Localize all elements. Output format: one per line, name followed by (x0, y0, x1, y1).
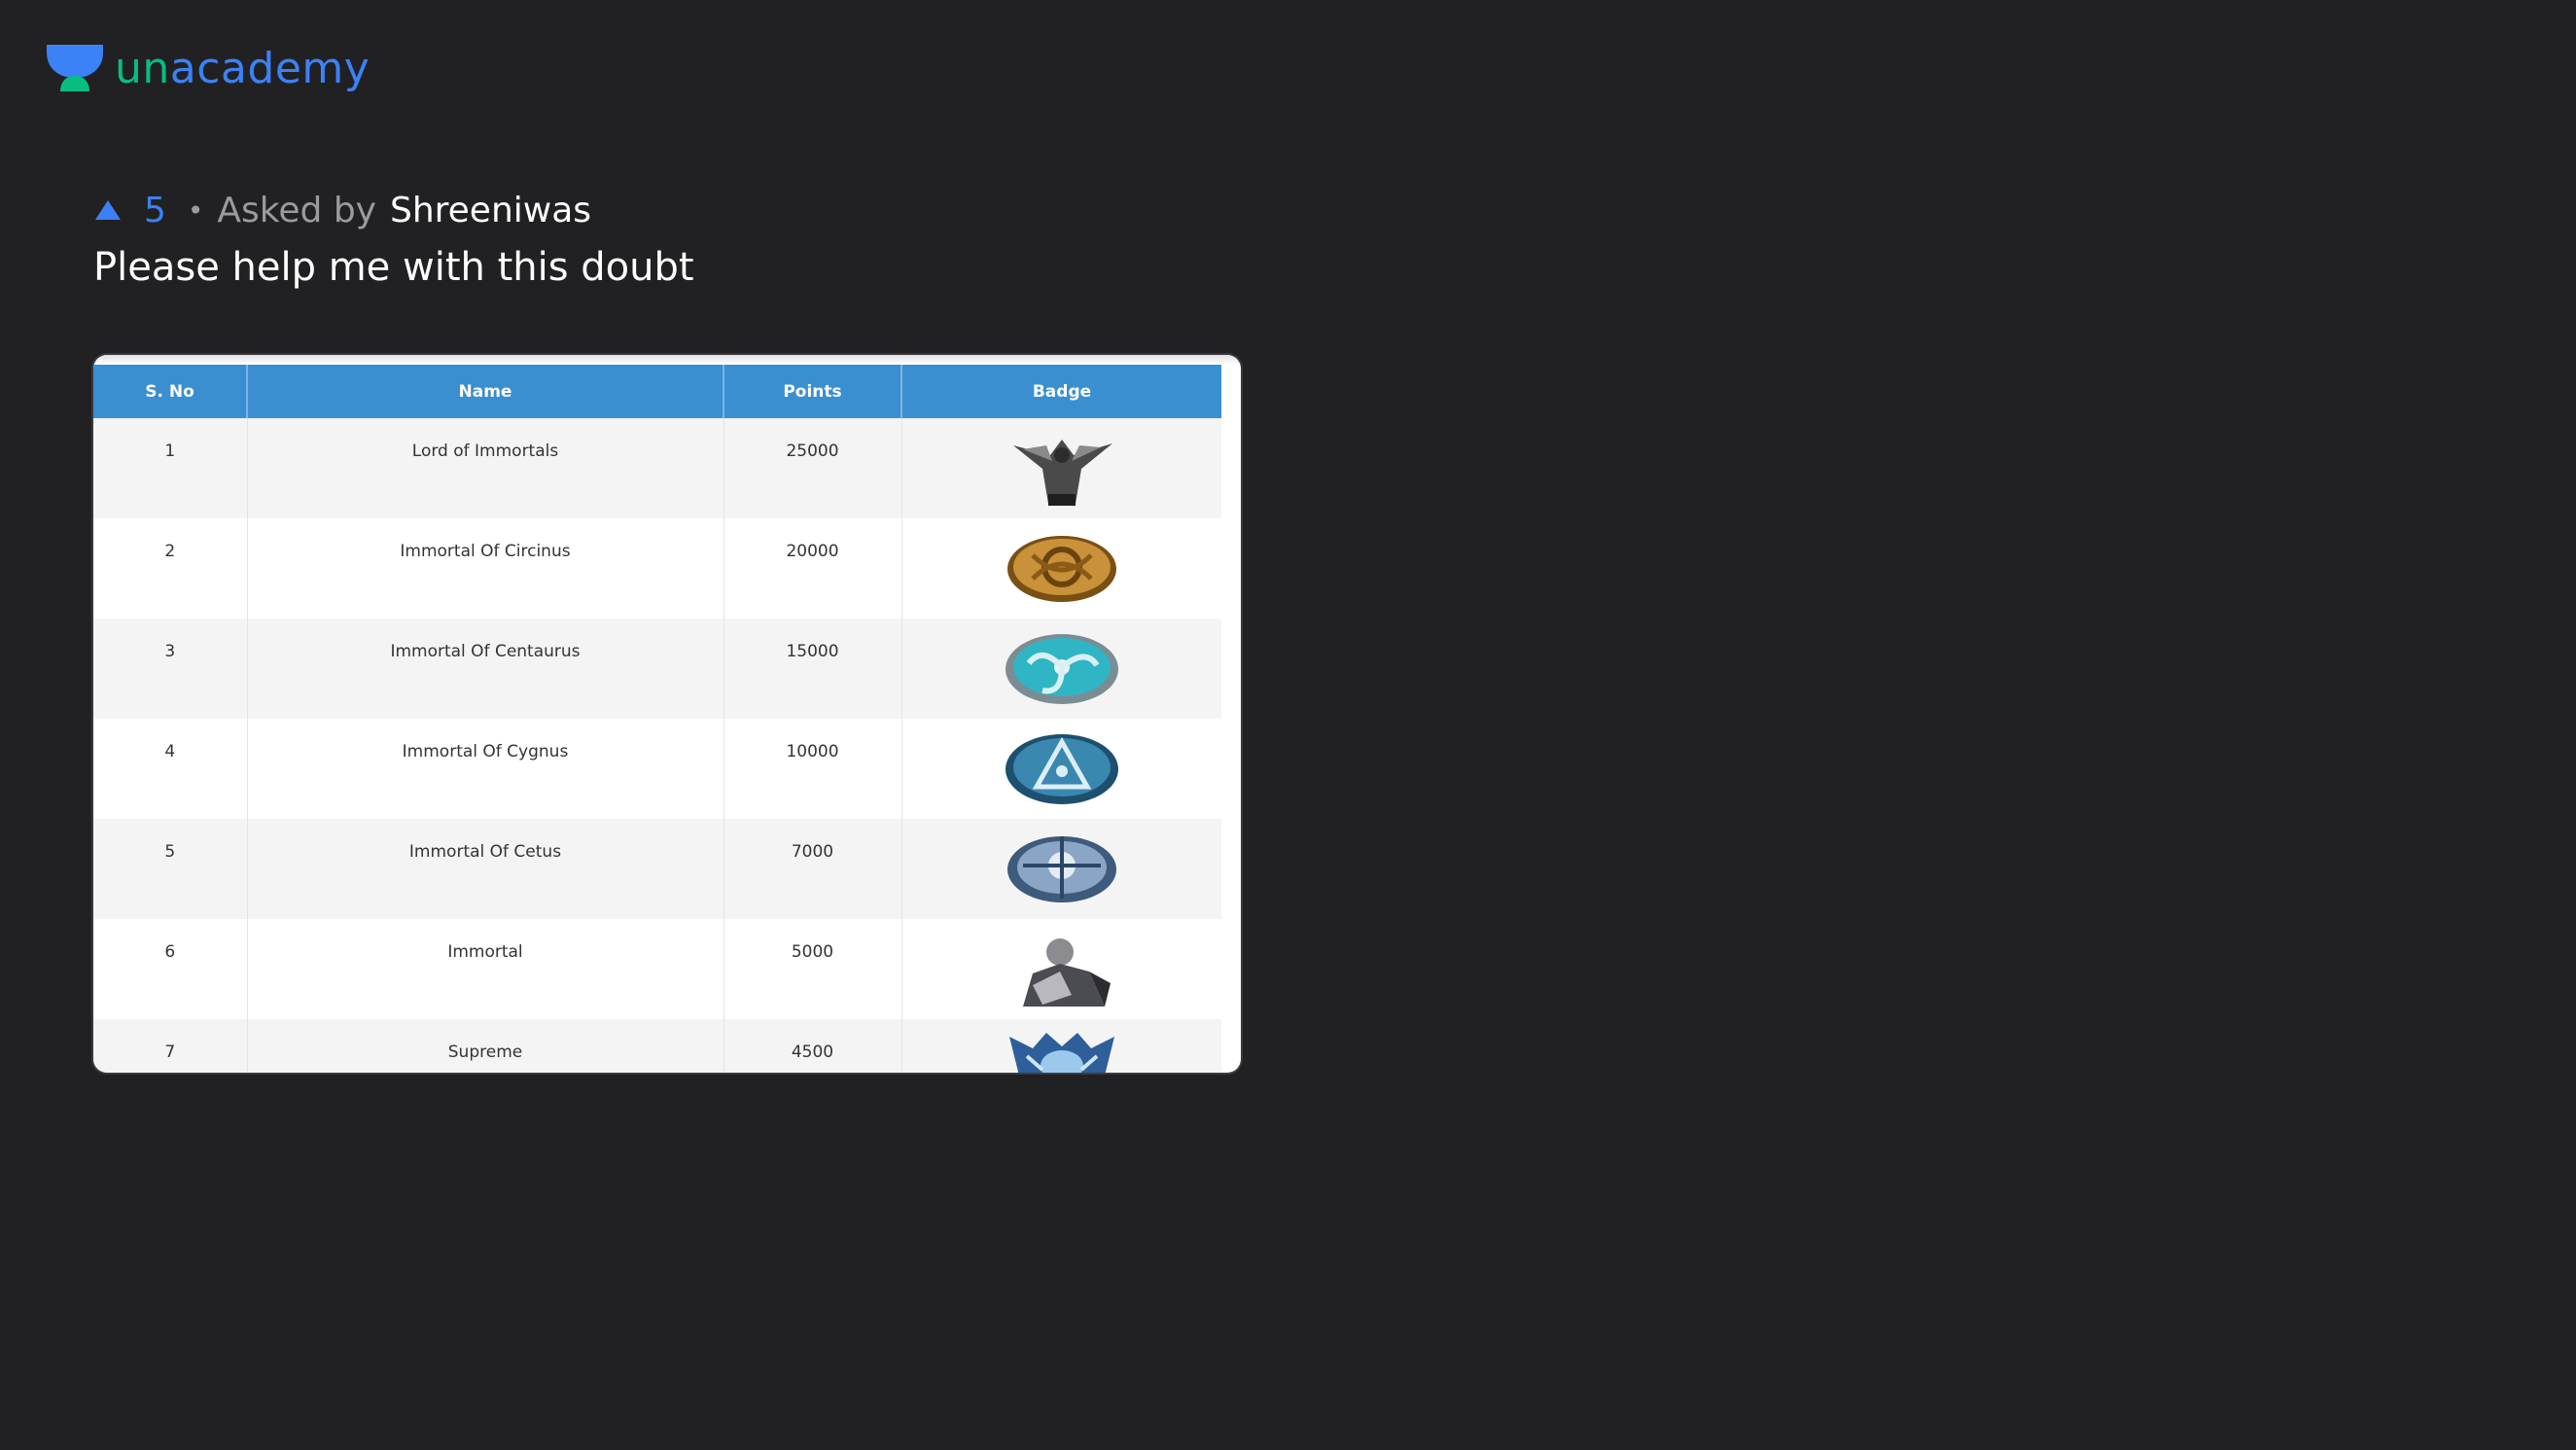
table-row: 3 Immortal Of Centaurus 15000 (93, 619, 1221, 719)
armored-knight-badge-icon (902, 927, 1222, 1008)
cell-name: Immortal Of Cetus (247, 819, 724, 919)
cell-name: Immortal Of Centaurus (247, 619, 724, 719)
table-row: 6 Immortal 5000 (93, 919, 1221, 1019)
silver-emblem-badge-icon (902, 827, 1222, 908)
header-name: Name (247, 365, 724, 418)
cell-points: 25000 (723, 418, 902, 518)
cell-badge (901, 518, 1221, 619)
cell-points: 7000 (723, 819, 902, 919)
rank-table: S. No Name Points Badge 1 Lord of Immort… (93, 365, 1221, 1073)
meta-separator: • (187, 194, 204, 227)
table-row: 4 Immortal Of Cygnus 10000 (93, 719, 1221, 819)
table-row: 1 Lord of Immortals 25000 (93, 418, 1221, 518)
cell-sno: 5 (93, 819, 248, 919)
teal-swirl-badge-icon (902, 626, 1222, 708)
table-row: 2 Immortal Of Circinus 20000 (93, 518, 1221, 619)
author-name[interactable]: Shreeniwas (390, 191, 591, 230)
cell-points: 10000 (723, 719, 902, 819)
cell-badge (901, 719, 1221, 819)
dark-warrior-badge-icon (902, 426, 1222, 508)
cell-sno: 2 (93, 518, 248, 619)
blue-triangle-badge-icon (902, 726, 1222, 808)
cell-sno: 4 (93, 719, 248, 819)
cell-sno: 7 (93, 1019, 248, 1073)
brand-prefix: un (115, 44, 170, 93)
question-title: Please help me with this doubt (93, 245, 694, 290)
table-row: 7 Supreme 4500 (93, 1019, 1221, 1073)
blue-crest-badge-icon (902, 1027, 1222, 1073)
cell-name: Lord of Immortals (247, 418, 724, 518)
question-attachment-image[interactable]: S. No Name Points Badge 1 Lord of Immort… (93, 355, 1241, 1073)
cell-points: 15000 (723, 619, 902, 719)
cell-points: 5000 (723, 919, 902, 1019)
cell-name: Immortal (247, 919, 724, 1019)
cell-sno: 6 (93, 919, 248, 1019)
cell-badge (901, 418, 1221, 518)
cell-sno: 3 (93, 619, 248, 719)
upvote-count: 5 (144, 190, 166, 230)
cell-badge (901, 1019, 1221, 1073)
header-badge: Badge (901, 365, 1221, 418)
header: unacademy (45, 45, 370, 93)
cell-badge (901, 819, 1221, 919)
question-meta: 5 • Asked by Shreeniwas (93, 183, 591, 237)
cell-badge (901, 619, 1221, 719)
unacademy-logo-icon[interactable] (45, 43, 105, 95)
cell-name: Supreme (247, 1019, 724, 1073)
cell-points: 4500 (723, 1019, 902, 1073)
upvote-arrow-icon (93, 191, 123, 230)
brand-suffix: academy (169, 44, 371, 93)
cell-name: Immortal Of Cygnus (247, 719, 724, 819)
cell-sno: 1 (93, 418, 248, 518)
asked-by-label: Asked by (217, 190, 376, 230)
table-header-row: S. No Name Points Badge (93, 365, 1221, 418)
cell-points: 20000 (723, 518, 902, 619)
upvote-button[interactable]: 5 (93, 191, 166, 230)
header-points: Points (723, 365, 902, 418)
header-sno: S. No (93, 365, 248, 418)
cell-badge (901, 919, 1221, 1019)
table-row: 5 Immortal Of Cetus 7000 (93, 819, 1221, 919)
brand-wordmark[interactable]: unacademy (115, 48, 370, 90)
cell-name: Immortal Of Circinus (247, 518, 724, 619)
gold-knot-badge-icon (902, 526, 1222, 608)
